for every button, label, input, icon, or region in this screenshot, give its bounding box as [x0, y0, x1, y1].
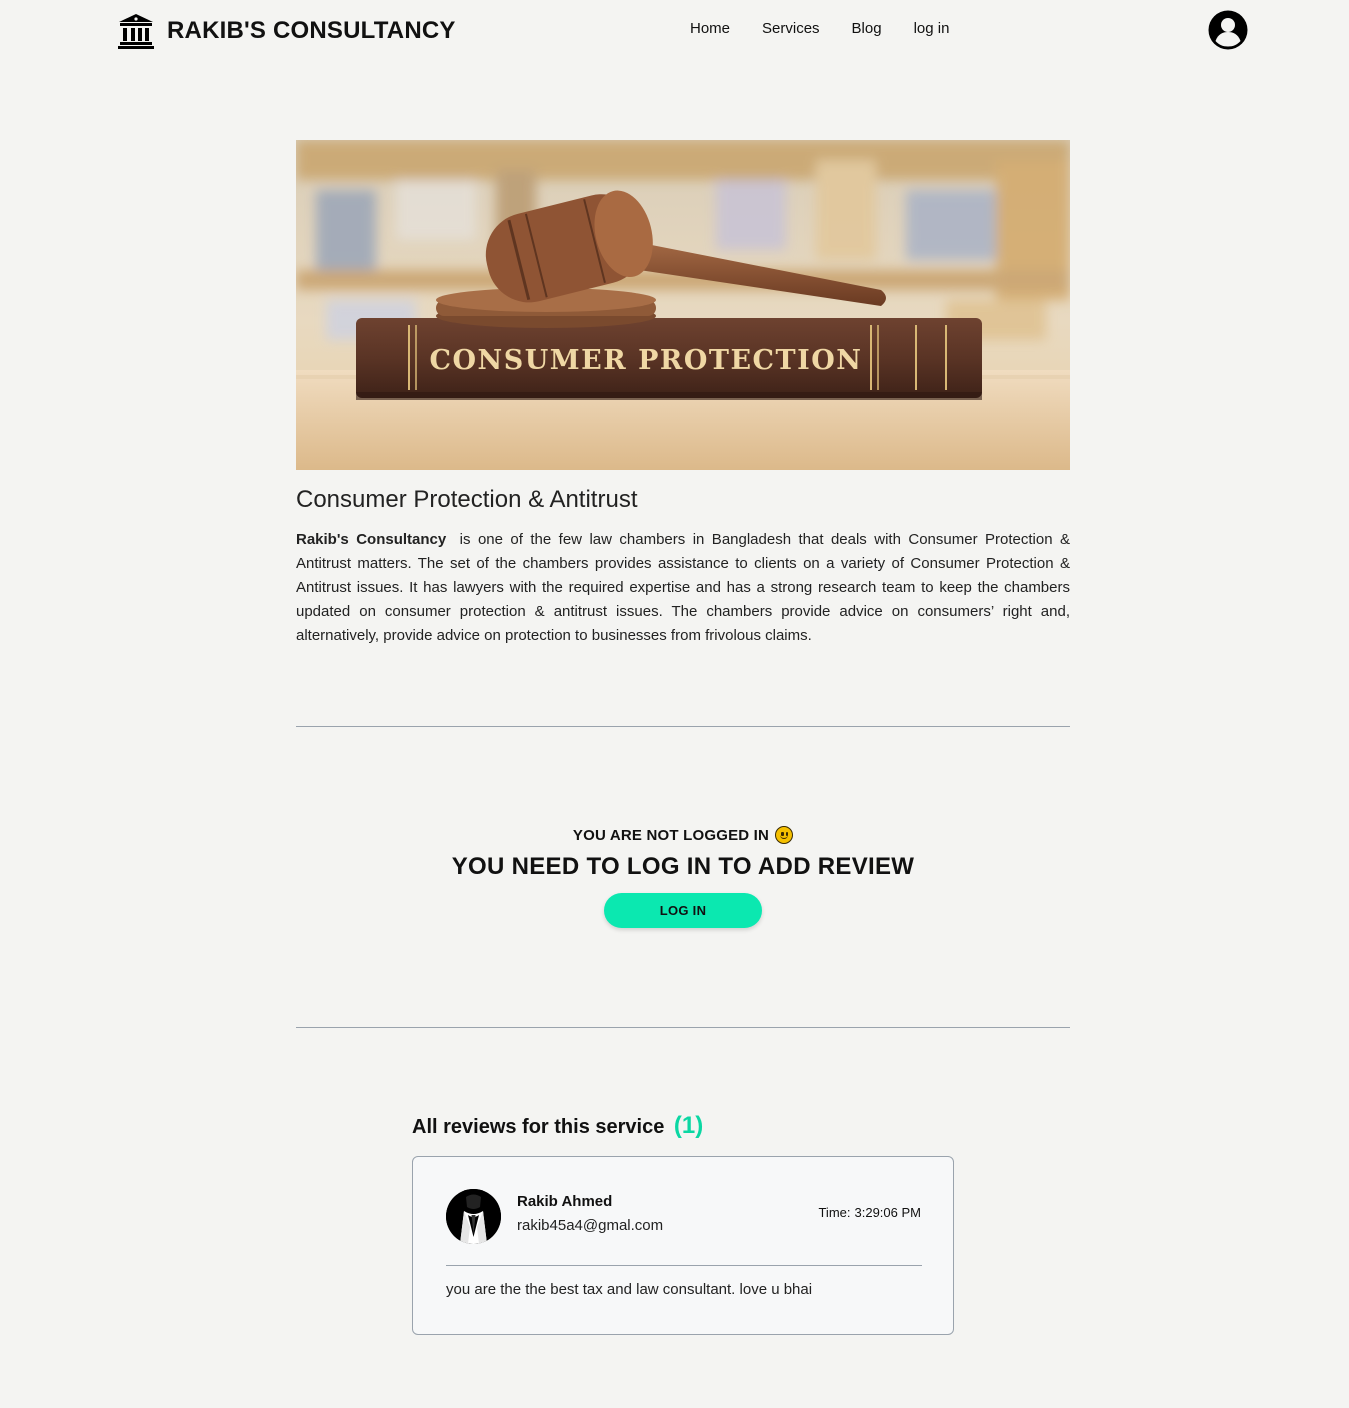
gavel-book-image: CONSUMER PROTECTION: [296, 140, 1070, 470]
review-divider: [446, 1265, 922, 1266]
login-prompt: YOU ARE NOT LOGGED IN YOU NEED TO LOG IN…: [296, 826, 1070, 928]
review-time-value: 3:29:06 PM: [854, 1205, 922, 1220]
divider: [296, 1027, 1070, 1028]
brand-logo[interactable]: RAKIB'S CONSULTANCY: [117, 12, 456, 50]
reviewer-avatar: [446, 1189, 501, 1244]
reviewer-name: Rakib Ahmed: [517, 1193, 613, 1210]
nav-links: Home Services Blog log in: [690, 20, 949, 37]
navbar: RAKIB'S CONSULTANCY Home Services Blog l…: [0, 0, 1349, 62]
review-time-label: Time:: [818, 1205, 851, 1220]
bank-building-icon: [118, 14, 154, 49]
service-title: Consumer Protection & Antitrust: [296, 486, 638, 513]
reviewer-avatar-image: [446, 1189, 501, 1244]
not-logged-text: YOU ARE NOT LOGGED IN: [572, 826, 770, 844]
nav-link-login[interactable]: log in: [914, 20, 950, 37]
reviews-count: (1): [673, 1112, 704, 1139]
review-text: you are the the best tax and law consult…: [446, 1281, 813, 1298]
reviewer-email: rakib45a4@gmal.com: [517, 1217, 664, 1234]
service-description: Rakib's Consultancy is one of the few la…: [296, 528, 1070, 648]
smiley-icon: [775, 826, 794, 844]
nav-link-blog[interactable]: Blog: [852, 20, 882, 37]
review-card: Rakib Ahmed rakib45a4@gmal.com Time: 3:29…: [412, 1156, 954, 1335]
book-spine-text: CONSUMER PROTECTION: [430, 345, 863, 376]
need-login-heading: YOU NEED TO LOG IN TO ADD REVIEW: [451, 852, 915, 880]
user-circle-icon[interactable]: [1208, 10, 1248, 50]
login-button[interactable]: LOG IN: [604, 892, 762, 928]
brand-name: RAKIB'S CONSULTANCY: [167, 17, 456, 44]
review-time: Time: 3:29:06 PM: [818, 1205, 921, 1220]
nav-link-home[interactable]: Home: [690, 20, 730, 37]
divider: [296, 726, 1070, 727]
reviews-heading: All reviews for this service (1): [412, 1112, 703, 1140]
company-name: Rakib's Consultancy: [296, 531, 447, 548]
nav-link-services[interactable]: Services: [762, 20, 820, 37]
reviews-heading-text: All reviews for this service: [412, 1116, 665, 1138]
not-logged-message: YOU ARE NOT LOGGED IN: [572, 826, 794, 844]
service-hero-image: CONSUMER PROTECTION: [296, 140, 1070, 470]
